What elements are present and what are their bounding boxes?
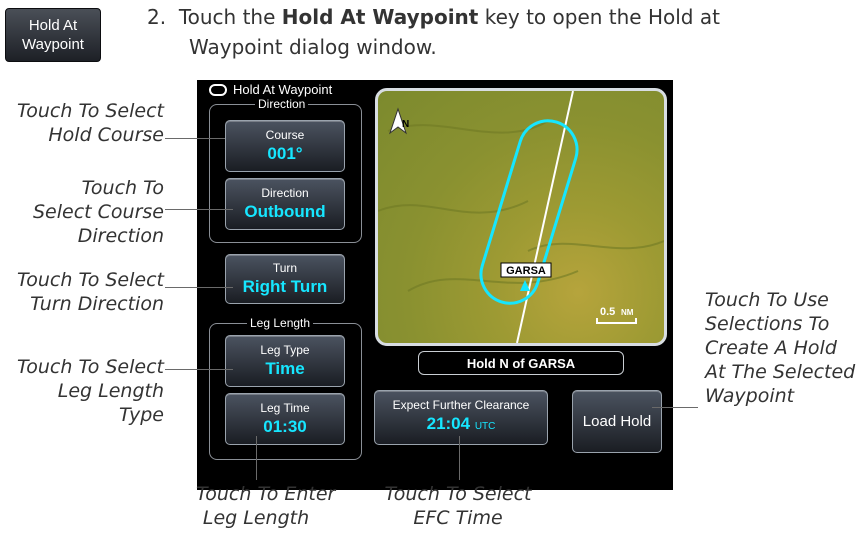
callout-line: Touch To Select [17, 269, 164, 291]
leader-line [165, 287, 233, 288]
step-instruction-line2: Waypoint dialog window. [189, 35, 437, 59]
leader-line [165, 369, 233, 370]
step-instruction: 2. Touch the Hold At Waypoint key to ope… [147, 2, 720, 32]
leg-type-button[interactable]: Leg Type Time [225, 335, 345, 387]
callout-line: Waypoint [705, 385, 795, 407]
leg-time-value: 01:30 [263, 416, 307, 436]
leader-line [256, 436, 257, 480]
callout-line: Create A Hold [705, 337, 837, 359]
turn-value: Right Turn [242, 276, 328, 296]
load-hold-label: Load Hold [582, 413, 652, 430]
callout-leg-length: Touch To Enter Leg Length [196, 482, 336, 530]
efc-value: 21:04 [426, 413, 471, 433]
direction-group-label: Direction [255, 97, 309, 111]
load-hold-button[interactable]: Load Hold [572, 390, 662, 453]
callout-line: Touch To Select [17, 356, 164, 378]
callout-line: Touch To Enter [196, 483, 336, 505]
step-prefix: Touch the [178, 5, 282, 29]
callout-line: Hold Course [48, 124, 164, 146]
scale-value: 0.5 [600, 306, 615, 318]
callout-line: Selections To [705, 313, 830, 335]
leader-line [459, 436, 460, 480]
callout-turn-direction: Touch To Select Turn Direction [17, 268, 164, 316]
course-button[interactable]: Course 001° [225, 120, 345, 172]
back-icon[interactable] [209, 83, 227, 96]
scale-unit: NM [621, 308, 634, 317]
callout-leg-length-type: Touch To Select Leg Length Type [17, 355, 164, 427]
leader-line [652, 407, 698, 408]
leg-time-label: Leg Time [260, 400, 310, 415]
direction-label: Direction [261, 185, 309, 200]
callout-line: Touch To [81, 177, 164, 199]
callout-line: Turn Direction [30, 293, 164, 315]
callout-efc-time: Touch To Select EFC Time [383, 482, 533, 530]
hold-name-field: Hold N of GARSA [418, 351, 624, 375]
callout-line: EFC Time [413, 507, 503, 529]
scale-bar [596, 318, 637, 324]
efc-unit: UTC [474, 420, 496, 432]
course-line [516, 91, 574, 343]
hold-at-waypoint-key[interactable]: Hold At Waypoint [5, 8, 101, 62]
direction-button[interactable]: Direction Outbound [225, 178, 345, 230]
key-label-line1: Hold At [28, 17, 78, 34]
callout-course-direction: Touch To Select Course Direction [33, 176, 164, 248]
north-label: N [402, 119, 409, 130]
dialog-title-bar: Hold At Waypoint [209, 82, 332, 97]
leg-length-group-label: Leg Length [247, 316, 314, 330]
step-suffix: key to open the Hold at [478, 5, 720, 29]
leg-type-value: Time [265, 358, 305, 378]
callout-line: Select Course [33, 201, 164, 223]
key-label-line2: Waypoint [22, 36, 84, 53]
direction-value: Outbound [244, 201, 326, 221]
leader-line [165, 209, 233, 210]
callout-line: Type [119, 404, 164, 426]
callout-line: Direction [77, 225, 164, 247]
step-number: 2. [147, 5, 167, 29]
leg-type-label: Leg Type [260, 342, 310, 357]
callout-line: Touch To Select [384, 483, 532, 505]
callout-line: Leg Length [202, 507, 310, 529]
dialog-title: Hold At Waypoint [233, 82, 333, 97]
callout-line: Touch To Use [705, 289, 829, 311]
turn-button[interactable]: Turn Right Turn [225, 254, 345, 304]
callout-line: At The Selected [705, 361, 856, 383]
leg-time-button[interactable]: Leg Time 01:30 [225, 393, 345, 445]
callout-line: Touch To Select [17, 100, 164, 122]
leader-line [165, 138, 225, 139]
hold-map-graphic: GARSA N 0.5 NM [378, 91, 664, 343]
waypoint-label: GARSA [506, 265, 546, 277]
efc-button[interactable]: Expect Further Clearance 21:04 UTC [374, 390, 548, 445]
efc-value-wrap: 21:04 UTC [427, 413, 496, 438]
efc-label: Expect Further Clearance [392, 397, 530, 412]
turn-label: Turn [272, 260, 298, 275]
callout-line: Leg Length [57, 380, 164, 402]
course-value: 001° [267, 143, 303, 163]
course-label: Course [265, 127, 305, 142]
step-key-name: Hold At Waypoint [281, 5, 479, 29]
hold-preview-map: GARSA N 0.5 NM [375, 88, 667, 346]
callout-create-hold: Touch To Use Selections To Create A Hold… [705, 288, 855, 408]
callout-hold-course: Touch To Select Hold Course [17, 99, 164, 147]
